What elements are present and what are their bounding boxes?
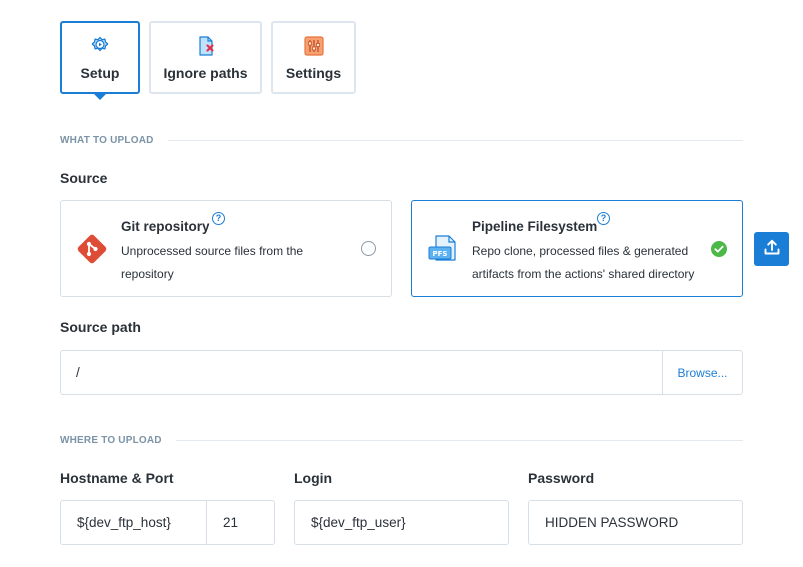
source-path-value: / bbox=[76, 365, 80, 380]
source-option-pipeline-filesystem[interactable]: PFS Pipeline Filesystem ? Repo clone, pr… bbox=[411, 200, 743, 297]
svg-text:PFS: PFS bbox=[433, 250, 448, 258]
where-to-upload-header-text: WHERE TO UPLOAD bbox=[60, 434, 162, 446]
where-to-upload-section-header: WHERE TO UPLOAD bbox=[60, 433, 743, 447]
upload-icon bbox=[763, 238, 781, 261]
port-input[interactable]: 21 bbox=[206, 500, 275, 545]
tab-setup[interactable]: Setup bbox=[60, 21, 140, 100]
browse-button[interactable]: Browse... bbox=[662, 351, 742, 394]
tab-settings-label: Settings bbox=[285, 65, 342, 81]
pfs-help-icon[interactable]: ? bbox=[597, 212, 610, 225]
login-value: ${dev_ftp_user} bbox=[311, 515, 406, 530]
settings-sliders-icon bbox=[303, 35, 325, 57]
pipeline-filesystem-title: Pipeline Filesystem bbox=[472, 219, 598, 234]
hostname-port-label: Hostname & Port bbox=[60, 470, 174, 486]
source-path-label: Source path bbox=[60, 319, 141, 335]
what-to-upload-section-header: WHAT TO UPLOAD bbox=[60, 133, 743, 147]
git-repository-title: Git repository bbox=[121, 219, 210, 234]
hostname-input[interactable]: ${dev_ftp_host} bbox=[60, 500, 207, 545]
login-input[interactable]: ${dev_ftp_user} bbox=[294, 500, 509, 545]
password-value: HIDDEN PASSWORD bbox=[545, 515, 679, 530]
password-label: Password bbox=[528, 470, 595, 486]
pfs-icon: PFS bbox=[427, 233, 459, 265]
hostname-value: ${dev_ftp_host} bbox=[77, 515, 171, 530]
tab-setup-label: Setup bbox=[80, 65, 120, 81]
port-value: 21 bbox=[223, 515, 239, 530]
git-radio-button[interactable] bbox=[361, 241, 376, 256]
source-option-git-repository[interactable]: Git repository ? Unprocessed source file… bbox=[60, 200, 392, 297]
source-label: Source bbox=[60, 170, 108, 186]
tab-ignore-paths[interactable]: Ignore paths bbox=[149, 21, 262, 94]
check-icon[interactable] bbox=[711, 241, 727, 257]
upload-button[interactable] bbox=[754, 232, 789, 266]
source-path-input[interactable]: / Browse... bbox=[60, 350, 743, 395]
pipeline-filesystem-description: Repo clone, processed files & generated … bbox=[472, 244, 695, 281]
ignore-file-icon bbox=[195, 35, 217, 57]
login-label: Login bbox=[294, 470, 333, 486]
git-help-icon[interactable]: ? bbox=[212, 212, 225, 225]
tab-settings[interactable]: Settings bbox=[271, 21, 356, 94]
what-to-upload-header-text: WHAT TO UPLOAD bbox=[60, 134, 154, 146]
git-icon bbox=[76, 233, 108, 265]
setup-gear-play-icon bbox=[89, 35, 111, 57]
password-input[interactable]: HIDDEN PASSWORD bbox=[528, 500, 743, 545]
tab-ignore-paths-label: Ignore paths bbox=[163, 65, 248, 81]
git-repository-description: Unprocessed source files from the reposi… bbox=[121, 244, 304, 281]
